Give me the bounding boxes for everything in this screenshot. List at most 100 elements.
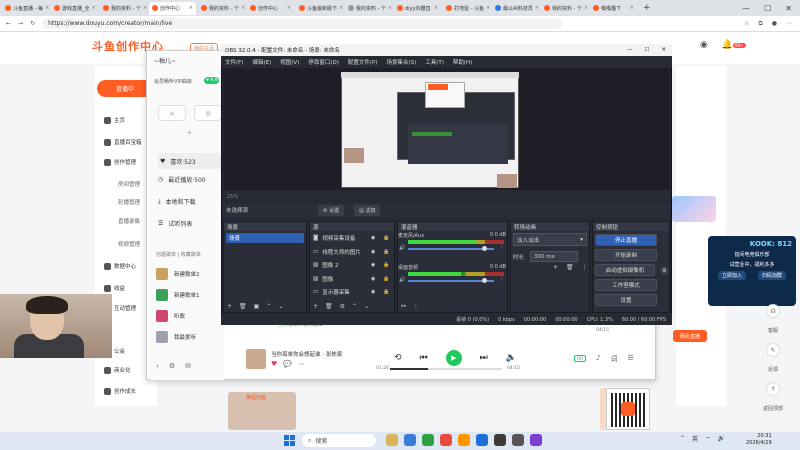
source-item[interactable]: ▨ 图像 2 ◉ 🔒 <box>313 261 393 269</box>
browser-tab[interactable]: 嗓嗓猫下 × <box>590 2 637 15</box>
avatar[interactable]: ◉ <box>700 40 708 50</box>
tab-close-icon[interactable]: × <box>339 5 343 11</box>
back-icon[interactable]: ← <box>6 20 11 27</box>
playlist-item[interactable]: 我最爱听 <box>156 331 196 343</box>
scene-filter-icon[interactable]: ▣ <box>254 303 260 310</box>
eye-icon[interactable]: ◉ <box>371 249 375 255</box>
playlist-item[interactable]: 听歌 <box>156 310 185 322</box>
tab-close-icon[interactable]: × <box>143 5 147 11</box>
speaker-icon[interactable]: 🔊 <box>718 435 725 442</box>
taskbar-app-icon[interactable] <box>404 434 416 446</box>
effects-icon[interactable]: ♪ <box>596 354 600 364</box>
sidebar-item[interactable]: 创作成长 <box>104 387 136 395</box>
browser-tab[interactable]: 创作中心 × <box>247 2 294 15</box>
taskbar-app-icon[interactable] <box>530 434 542 446</box>
back-circle-icon[interactable]: ‹ <box>156 362 159 370</box>
control-button[interactable]: 设置 <box>595 294 657 306</box>
obs-maximize-icon[interactable]: ☐ <box>644 47 649 53</box>
mail-icon[interactable]: ✉ <box>185 362 191 370</box>
source-item[interactable]: ▭ 线程大师的图片 ◉ 🔒 <box>313 248 393 256</box>
tab-close-icon[interactable]: × <box>287 5 291 11</box>
feedback-icon[interactable]: ✎ <box>766 343 780 357</box>
add-icon[interactable]: + <box>186 128 193 137</box>
browser-tab[interactable]: 我的资料 - 个 × <box>541 2 588 15</box>
home-icon[interactable]: ⌂ <box>158 105 186 121</box>
new-tab-button[interactable]: + <box>639 3 655 13</box>
music-nav-item[interactable]: ♥ 喜欢·523 <box>158 153 222 169</box>
play-icon[interactable]: ▶ <box>445 350 462 366</box>
extensions-icon[interactable]: ⧉ <box>758 20 762 28</box>
virtualcam-settings-icon[interactable]: ⚙ <box>660 266 669 275</box>
taskbar-app-icon[interactable] <box>386 434 398 446</box>
now-playing[interactable]: 当你孤单你会想起谁 · 张栋梁 ♥ 💬 ⋯ <box>246 349 342 369</box>
tab-close-icon[interactable]: × <box>388 5 392 11</box>
source-item[interactable]: ▭ 显示器采集 ◉ 🔒 <box>313 288 393 296</box>
minimize-icon[interactable]: — <box>742 4 750 13</box>
browser-tab[interactable]: 创作中心 × <box>149 1 196 15</box>
taskbar-app-icon[interactable] <box>458 434 470 446</box>
browser-tab[interactable]: 斗鱼最新版下 × <box>296 2 343 15</box>
clock[interactable]: 20:31 2026/4/29 <box>746 433 772 447</box>
remove-scene-icon[interactable]: 🗑 <box>239 303 247 310</box>
lyrics-icon[interactable]: 词 <box>610 354 617 364</box>
comment-icon[interactable]: 💬 <box>283 360 292 368</box>
taskbar-app-icon[interactable] <box>512 434 524 446</box>
remove-transition-icon[interactable]: 🗑 <box>566 264 574 271</box>
sidebar-item[interactable]: 数据中心 <box>104 262 136 270</box>
source-up-icon[interactable]: ⌃ <box>352 303 357 310</box>
playlist-icon[interactable]: ☰ <box>627 354 633 364</box>
settings-icon[interactable]: ⚙ <box>169 362 175 370</box>
chevron-up-icon[interactable]: ⌃ <box>680 435 685 442</box>
kook-join-button[interactable]: 立即加入 <box>717 271 746 280</box>
sidebar-item[interactable]: 收益 <box>104 284 125 292</box>
browser-tab[interactable]: 打地鼠 - 斗鱼 × <box>443 2 490 15</box>
star-icon[interactable]: ☆ <box>744 20 749 28</box>
tab-close-icon[interactable]: × <box>535 5 539 11</box>
loop-icon[interactable]: ⟲ <box>394 353 402 363</box>
tab-close-icon[interactable]: × <box>92 5 96 11</box>
music-username[interactable]: ~柚儿~ <box>154 56 176 65</box>
transition-menu-icon[interactable]: ⋮ <box>582 264 588 271</box>
fader-knob-icon[interactable] <box>481 278 487 283</box>
control-button[interactable]: 开始录制 <box>595 249 657 261</box>
playlist-section-header[interactable]: 创建歌单 | 收藏歌单 <box>156 251 201 258</box>
banner-image[interactable] <box>672 196 716 222</box>
transition-select[interactable]: 淡入淡出 ▾ <box>513 233 587 246</box>
tab-close-icon[interactable]: × <box>486 5 490 11</box>
control-button[interactable]: 工作室模式 <box>595 279 657 291</box>
duration-input[interactable]: 300 ms <box>530 251 579 262</box>
sidebar-item[interactable]: 视频管理 <box>118 240 140 248</box>
sidebar-item[interactable]: 商业化 <box>104 366 131 374</box>
source-item[interactable]: ▨ 图像 ◉ 🔒 <box>313 275 393 283</box>
browser-tab[interactable]: 斗鱼直播 - 每 × <box>2 2 49 15</box>
obs-menu-item[interactable]: 帮助(H) <box>453 58 472 66</box>
source-item[interactable]: ◙ 视频采集设备 ◉ 🔒 <box>313 234 393 242</box>
kook-ad-card[interactable]: KOOK: 812 指间电竞俱乐部 试营业中，福利多多 立即加入 扫码加群 <box>708 236 796 306</box>
lock-icon[interactable]: 🔒 <box>383 262 389 268</box>
obs-menu-item[interactable]: 编辑(E) <box>252 58 271 66</box>
network-icon[interactable]: ⌔ <box>705 435 711 443</box>
obs-menu-item[interactable]: 停靠窗口(D) <box>308 58 339 66</box>
mixer-channel-menu-icon[interactable]: ⋮ <box>499 245 507 251</box>
filters-button[interactable]: ▤ 滤镜 <box>354 204 381 216</box>
sidebar-item[interactable]: 直播录像 <box>118 217 140 225</box>
sidebar-item[interactable]: 轮播管理 <box>118 198 140 206</box>
eye-icon[interactable]: ◉ <box>371 276 375 282</box>
arrow-up-icon[interactable]: ↑ <box>766 382 780 396</box>
bell-icon[interactable]: 🔔 99+ <box>722 40 746 50</box>
browser-tab[interactable]: 我的资料 - 个 × <box>100 2 147 15</box>
address-input[interactable]: https://www.douyu.com/creator/main/live <box>42 18 563 29</box>
remove-source-icon[interactable]: 🗑 <box>325 303 333 310</box>
music-nav-item[interactable]: ⤓ 本地和下载 <box>158 197 196 207</box>
obs-menu-item[interactable]: 文件(F) <box>225 58 243 66</box>
browser-tab[interactable]: 游戏直播_全 × <box>51 2 98 15</box>
mixer-link-icon[interactable]: ⚯ <box>401 303 406 310</box>
mixer-channel-menu-icon[interactable]: ⋮ <box>499 277 507 283</box>
music-nav-item[interactable]: ◷ 最近播放·500 <box>158 175 206 184</box>
source-props-icon[interactable]: ⚙ <box>340 303 345 310</box>
taskbar-app-icon[interactable] <box>440 434 452 446</box>
volume-icon[interactable]: 🔈 <box>506 353 517 363</box>
tab-close-icon[interactable]: × <box>189 5 193 11</box>
tab-close-icon[interactable]: × <box>630 5 634 11</box>
tab-close-icon[interactable]: × <box>45 5 49 11</box>
